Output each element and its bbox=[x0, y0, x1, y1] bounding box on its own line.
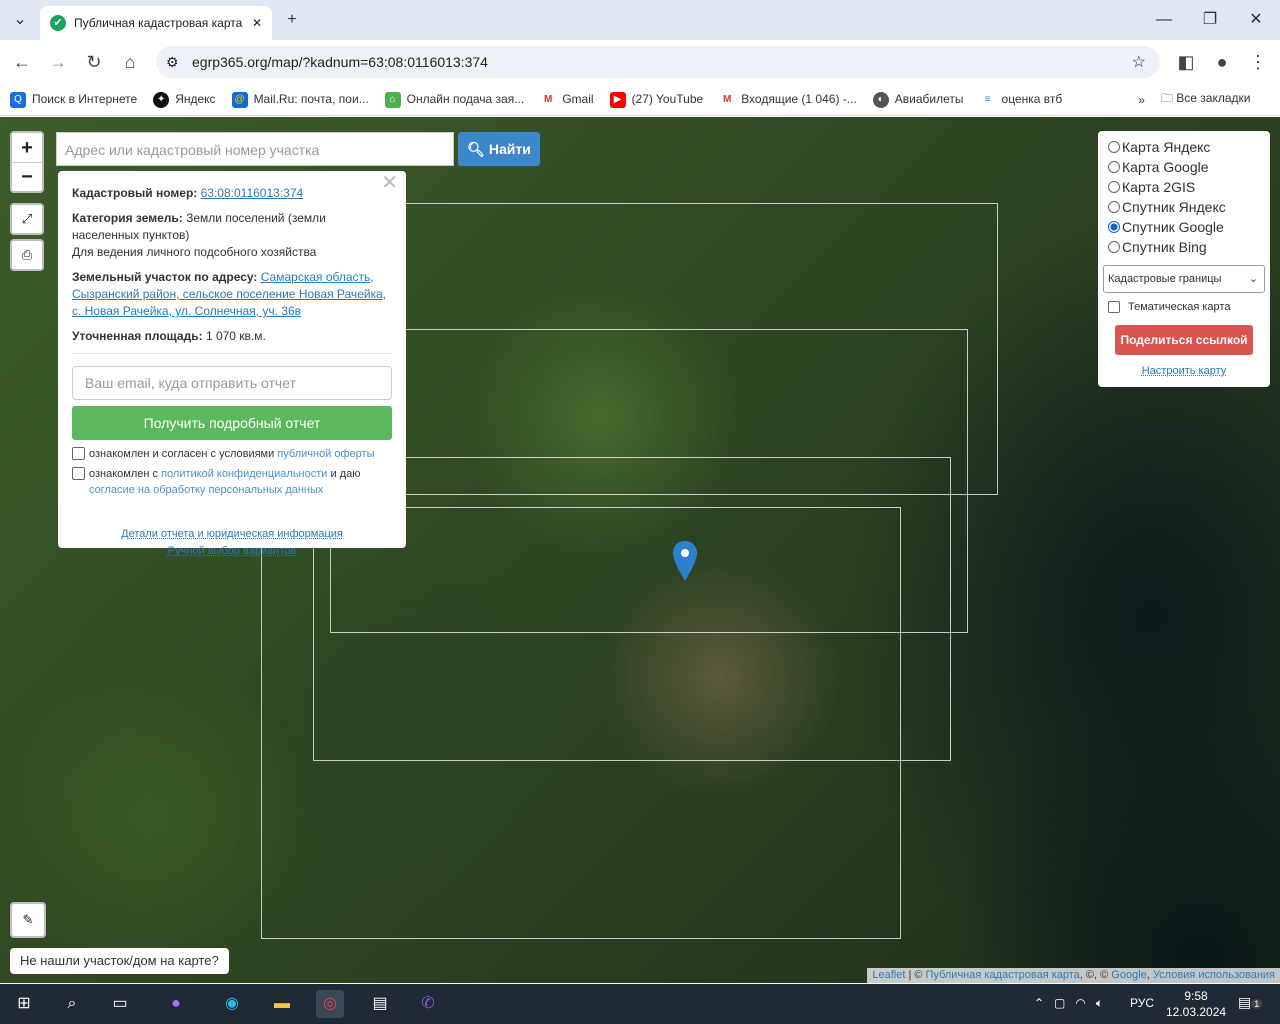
tab-search-button[interactable]: ⌄ bbox=[8, 8, 32, 32]
thematic-checkbox[interactable]: Тематическая карта bbox=[1108, 297, 1260, 317]
yandex-icon: ✦ bbox=[153, 91, 170, 108]
notifications-icon[interactable]: ▤ 1 bbox=[1238, 994, 1263, 1011]
all-bookmarks[interactable]: 🗀 Все закладки bbox=[1161, 89, 1251, 110]
viber-icon[interactable]: ✆ bbox=[414, 990, 442, 1018]
map-marker-icon[interactable] bbox=[673, 541, 697, 581]
manual-select-link[interactable]: Ручной выбор вариантов bbox=[72, 543, 392, 560]
bookmark[interactable]: ▶ (27) YouTube bbox=[609, 91, 703, 108]
get-report-button[interactable]: Получить подробный отчет bbox=[72, 406, 392, 440]
email-input[interactable]: Ваш email, куда отправить отчет bbox=[72, 366, 392, 400]
reload-button[interactable]: ↻ bbox=[82, 50, 106, 74]
tab-title: Публичная кадастровая карта bbox=[74, 16, 243, 30]
chrome-icon[interactable]: ◎ bbox=[316, 990, 344, 1018]
tab-bar: ⌄ ✔ Публичная кадастровая карта ✕ + — ❐ … bbox=[0, 0, 1280, 40]
details-link[interactable]: Детали отчета и юридическая информация bbox=[72, 526, 392, 543]
profile-avatar[interactable]: ● bbox=[1210, 50, 1234, 74]
explorer-icon[interactable]: ▬ bbox=[268, 990, 296, 1018]
layer-option[interactable]: Карта Яндекс bbox=[1108, 137, 1260, 157]
forward-button[interactable]: → bbox=[46, 50, 70, 74]
alice-icon[interactable]: ● bbox=[162, 990, 190, 1018]
overlay-select[interactable]: Кадастровые границы ⌄ bbox=[1103, 265, 1265, 293]
layers-panel: Карта Яндекс Карта Google Карта 2GIS Спу… bbox=[1098, 131, 1270, 387]
bookmark[interactable]: M Входящие (1 046) -... bbox=[719, 91, 857, 108]
zoom-in-button[interactable]: + bbox=[12, 133, 42, 163]
find-button[interactable]: 🔍︎ Найти bbox=[458, 132, 540, 166]
bookmark[interactable]: ✦ Яндекс bbox=[153, 91, 216, 108]
menu-button[interactable]: ⋮ bbox=[1246, 50, 1270, 74]
offer-checkbox[interactable] bbox=[72, 447, 85, 460]
url-input[interactable]: ⚙ egrp365.org/map/?kadnum=63:08:0116013:… bbox=[156, 46, 1160, 78]
not-found-button[interactable]: Не нашли участок/дом на карте? bbox=[10, 948, 229, 974]
close-tab-icon[interactable]: ✕ bbox=[252, 16, 262, 30]
fullscreen-button[interactable]: ⤢ bbox=[10, 203, 44, 235]
search-input[interactable]: Адрес или кадастровый номер участка bbox=[56, 132, 454, 166]
layer-option[interactable]: Спутник Яндекс bbox=[1108, 197, 1260, 217]
share-link-button[interactable]: Поделиться ссылкой bbox=[1115, 325, 1253, 355]
url-text: egrp365.org/map/?kadnum=63:08:0116013:37… bbox=[192, 54, 488, 70]
folder-icon: 🗀 bbox=[1160, 91, 1177, 105]
gosuslugi-icon: ⌂ bbox=[384, 91, 401, 108]
zoom-control: + − bbox=[10, 131, 44, 193]
configure-map-link[interactable]: Настроить карту bbox=[1108, 365, 1260, 377]
offer-link[interactable]: публичной оферты bbox=[277, 448, 374, 460]
gmail-icon: M bbox=[719, 91, 736, 108]
globe-icon: ◐ bbox=[872, 91, 889, 108]
site-favicon-icon: ✔ bbox=[50, 15, 66, 31]
address-bar: ← → ↻ ⌂ ⚙ egrp365.org/map/?kadnum=63:08:… bbox=[0, 40, 1280, 84]
bookmark[interactable]: ⌂ Онлайн подача зая... bbox=[384, 91, 524, 108]
browser-tab[interactable]: ✔ Публичная кадастровая карта ✕ bbox=[40, 6, 272, 40]
vtb-icon: ≡ bbox=[979, 91, 996, 108]
site-info-icon[interactable]: ⚙ bbox=[166, 54, 179, 71]
start-button[interactable]: ⊞ bbox=[10, 990, 38, 1018]
layer-option[interactable]: Спутник Bing bbox=[1108, 237, 1260, 257]
home-button[interactable]: ⌂ bbox=[118, 50, 142, 74]
clock[interactable]: 9:58 12.03.2024 bbox=[1166, 988, 1226, 1020]
consent-link[interactable]: согласие на обработку персональных данны… bbox=[89, 484, 323, 496]
app-icon[interactable]: ▤ bbox=[366, 990, 394, 1018]
close-window-button[interactable]: ✕ bbox=[1244, 8, 1268, 32]
privacy-link[interactable]: политикой конфиденциальности bbox=[161, 468, 327, 480]
privacy-checkbox[interactable] bbox=[72, 467, 85, 480]
gmail-icon: M bbox=[540, 91, 557, 108]
print-button[interactable]: ⎙ bbox=[10, 239, 44, 271]
search-icon: 🔍︎ bbox=[467, 141, 489, 157]
side-panel-button[interactable]: ◧ bbox=[1174, 50, 1198, 74]
bookmark[interactable]: ◐ Авиабилеты bbox=[872, 91, 964, 108]
task-view-icon[interactable]: ▭ bbox=[106, 990, 134, 1018]
close-icon[interactable]: ✕ bbox=[381, 173, 398, 193]
edge-icon[interactable]: ◉ bbox=[218, 990, 246, 1018]
tray-icons[interactable]: ⌃ ▢ ◠ 🔈︎ bbox=[1034, 996, 1103, 1011]
mailru-icon: @ bbox=[231, 91, 248, 108]
bookmark-star-icon[interactable]: ☆ bbox=[1132, 52, 1146, 72]
youtube-icon: ▶ bbox=[609, 91, 626, 108]
bookmarks-bar: Q Поиск в Интернете ✦ Яндекс @ Mail.Ru: поч… bbox=[0, 84, 1280, 116]
search-icon: Q bbox=[10, 91, 26, 108]
bookmark[interactable]: M Gmail bbox=[540, 91, 594, 108]
layer-option[interactable]: Карта Google bbox=[1108, 157, 1260, 177]
kadnum-link[interactable]: 63:08:0116013:374 bbox=[201, 186, 304, 200]
plot-info-popup: ✕ Кадастровый номер: 63:08:0116013:374 К… bbox=[58, 171, 406, 557]
more-bookmarks-icon[interactable]: » bbox=[1138, 93, 1145, 107]
chevron-down-icon: ⌄ bbox=[1248, 273, 1258, 285]
language-indicator[interactable]: РУС bbox=[1130, 996, 1154, 1010]
bookmark[interactable]: Q Поиск в Интернете bbox=[10, 91, 137, 108]
bookmark[interactable]: ≡ оценка втб bbox=[979, 91, 1062, 108]
zoom-out-button[interactable]: − bbox=[12, 163, 42, 191]
layer-option[interactable]: Карта 2GIS bbox=[1108, 177, 1260, 197]
taskbar: ⊞ ⌕ ▭ ● ◉ ▬ ◎ ▤ ✆ ⌃ ▢ ◠ 🔈︎ РУС 9:58 12.03… bbox=[0, 984, 1280, 1024]
back-button[interactable]: ← bbox=[10, 50, 34, 74]
cadastral-plot[interactable] bbox=[261, 507, 901, 939]
minimize-button[interactable]: — bbox=[1152, 8, 1176, 32]
new-tab-button[interactable]: + bbox=[280, 8, 304, 32]
layer-option-selected[interactable]: Спутник Google bbox=[1108, 217, 1260, 237]
ruler-button[interactable]: ✎ bbox=[10, 902, 46, 938]
restore-button[interactable]: ❐ bbox=[1198, 8, 1222, 32]
bookmark[interactable]: @ Mail.Ru: почта, пои... bbox=[231, 91, 369, 108]
search-icon[interactable]: ⌕ bbox=[58, 990, 86, 1018]
map-attribution: Leaflet | © Публичная кадастровая карта,… bbox=[867, 968, 1280, 983]
